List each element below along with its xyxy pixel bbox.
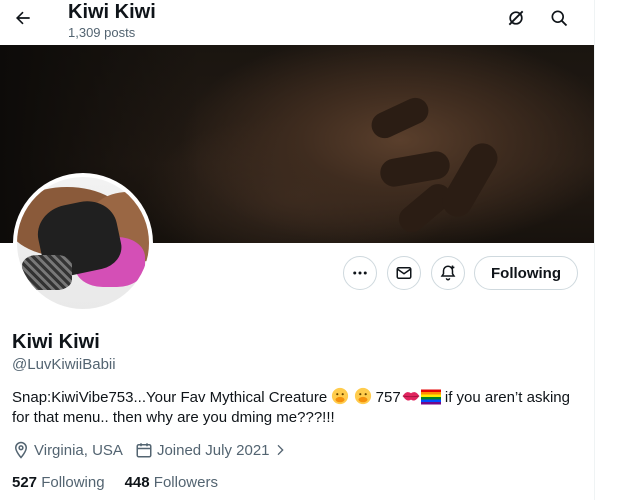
location-text: Virginia, USA [34, 441, 123, 459]
rainbow-flag-icon [420, 389, 441, 405]
following-count: 527 [12, 474, 38, 491]
following-button[interactable]: Following [474, 256, 578, 290]
display-name: Kiwi Kiwi [12, 331, 100, 353]
chevron-right-icon [277, 444, 284, 456]
bio: Snap:KiwiVibe753...Your Fav Mythical Cre… [12, 387, 584, 428]
bio-text-1: Snap:KiwiVibe753...Your Fav Mythical Cre… [12, 389, 332, 406]
grok-button[interactable] [502, 4, 530, 32]
followers-label: Followers [153, 474, 218, 491]
kiss-mark-icon [402, 392, 420, 401]
more-icon [353, 271, 367, 275]
notification-bell-icon [440, 265, 456, 281]
avatar[interactable] [13, 173, 153, 313]
profile-meta: Virginia, USA Joined July 2021 [12, 440, 304, 460]
search-button[interactable] [545, 4, 573, 32]
arrow-left-icon [16, 11, 30, 25]
header-post-count: 1,309 posts [68, 25, 136, 40]
face-hand-over-mouth-icon [332, 387, 349, 405]
user-handle: @LuvKiwiiBabii [12, 356, 116, 373]
message-button[interactable] [387, 256, 421, 290]
more-button[interactable] [343, 256, 377, 290]
location: Virginia, USA [12, 441, 123, 459]
following-link[interactable]: 527 Following [12, 474, 105, 492]
followers-link[interactable]: 448 Followers [125, 474, 218, 492]
face-hand-over-mouth-icon [354, 387, 371, 405]
followers-count: 448 [124, 474, 150, 491]
following-label: Following [41, 474, 105, 491]
join-date[interactable]: Joined July 2021 [135, 441, 292, 459]
avatar-image [17, 177, 149, 309]
join-date-text: Joined July 2021 [156, 441, 270, 459]
search-icon [551, 10, 568, 27]
back-button[interactable] [8, 3, 38, 33]
message-icon [396, 267, 412, 279]
header-title: Kiwi Kiwi [68, 1, 156, 23]
bio-text-2: 757 [371, 389, 401, 406]
profile-column: Kiwi Kiwi 1,309 posts Following Kiwi Kiw… [0, 0, 594, 500]
grok-icon [508, 10, 524, 26]
notification-button[interactable] [431, 256, 465, 290]
profile-header: Kiwi Kiwi 1,309 posts [0, 0, 594, 45]
follow-stats: 527 Following 448 Followers [12, 474, 238, 492]
right-gutter [595, 0, 620, 500]
location-pin-icon [14, 441, 28, 459]
calendar-icon [136, 443, 152, 458]
